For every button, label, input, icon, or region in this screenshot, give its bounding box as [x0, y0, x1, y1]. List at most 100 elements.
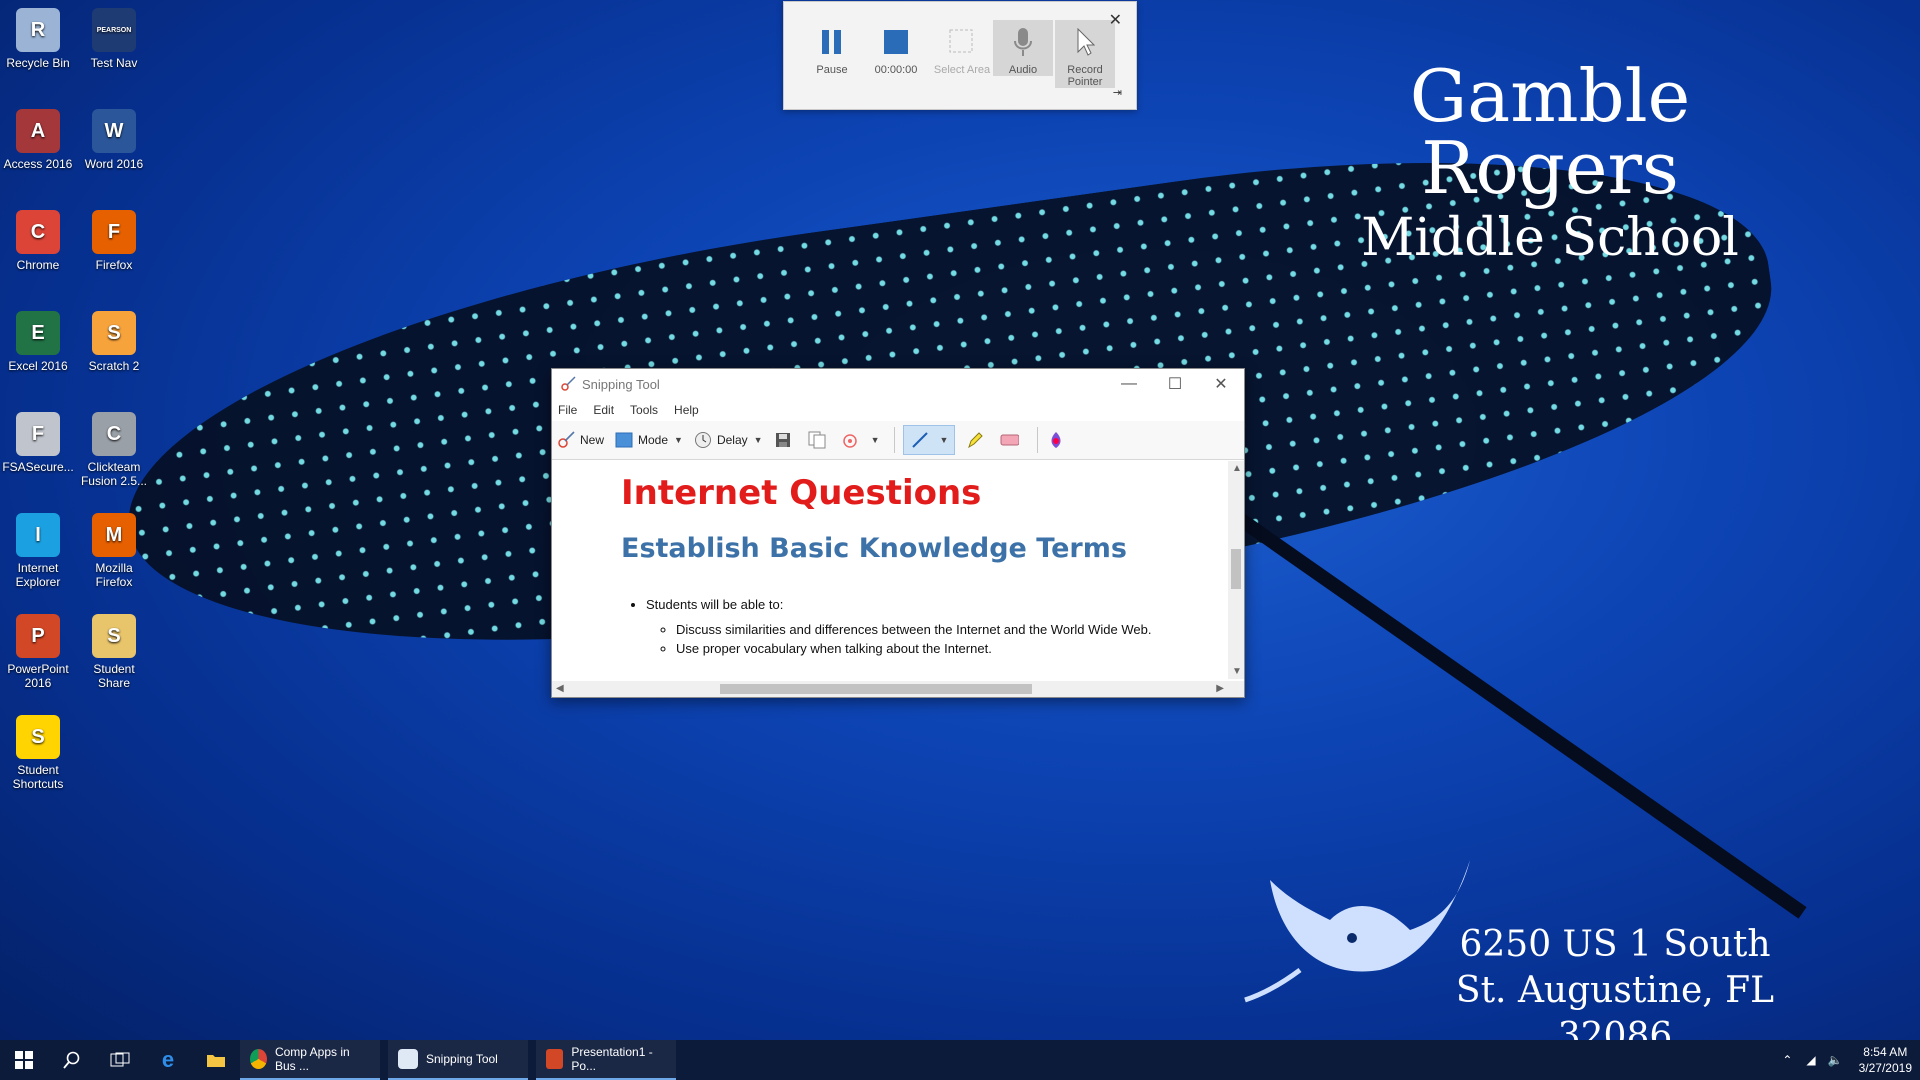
desktop-icon[interactable]: R Recycle Bin: [2, 8, 74, 70]
doc-subheading: Establish Basic Knowledge Terms: [621, 533, 1127, 564]
mode-button[interactable]: Mode ▼: [614, 430, 683, 450]
menu-file[interactable]: File: [558, 403, 577, 417]
wallpaper-shark-tail: [1175, 471, 1807, 919]
select-area-button[interactable]: Select Area: [932, 20, 992, 76]
chevron-down-icon[interactable]: ▼: [674, 435, 683, 445]
scroll-thumb[interactable]: [1231, 549, 1241, 589]
desktop-icon[interactable]: S Student Share: [78, 614, 150, 690]
stop-button[interactable]: 00:00:00: [866, 20, 926, 76]
desktop-icon-label: Excel 2016: [8, 359, 68, 373]
horizontal-scrollbar[interactable]: ◀ ▶: [552, 681, 1244, 697]
taskbar-app-snipping-tool[interactable]: Snipping Tool: [388, 1040, 528, 1080]
scroll-left-icon[interactable]: ◀: [556, 683, 564, 694]
snip-canvas[interactable]: Internet Questions Establish Basic Knowl…: [552, 461, 1228, 679]
chevron-down-icon[interactable]: ▼: [940, 435, 949, 445]
scroll-right-icon[interactable]: ▶: [1216, 683, 1224, 694]
powerpoint-icon: P: [16, 614, 60, 658]
list-item: Discuss similarities and differences bet…: [676, 620, 1151, 639]
start-button[interactable]: [0, 1040, 48, 1080]
toolbar-separator: [1037, 427, 1039, 453]
highlighter-icon: [965, 430, 985, 450]
star-icon: S: [16, 715, 60, 759]
close-window-button[interactable]: ✕: [1198, 369, 1244, 399]
desktop-icon[interactable]: F Firefox: [78, 210, 150, 272]
record-timer: 00:00:00: [874, 64, 918, 76]
desktop-icon-label: PowerPoint 2016: [7, 662, 69, 690]
pen-button[interactable]: ▼: [902, 425, 956, 455]
eraser-icon: [999, 430, 1020, 450]
pin-icon[interactable]: ⇥: [1113, 86, 1122, 99]
delay-button[interactable]: Delay ▼: [693, 430, 763, 450]
scroll-thumb[interactable]: [720, 684, 1032, 694]
send-snip-button[interactable]: ▼: [841, 430, 880, 450]
save-button[interactable]: [773, 430, 797, 450]
list-item: Students will be able to: Discuss simila…: [646, 595, 1151, 658]
copy-button[interactable]: [807, 430, 831, 450]
powerpoint-icon: [546, 1049, 564, 1069]
desktop-icon-label: Clickteam Fusion 2.5...: [80, 460, 148, 488]
recycle-bin-icon: R: [16, 8, 60, 52]
scratch-icon: S: [92, 311, 136, 355]
pause-button[interactable]: Pause: [802, 20, 862, 76]
desktop-icon-label: Student Shortcuts: [12, 763, 64, 791]
taskbar-explorer-button[interactable]: [192, 1040, 240, 1080]
close-icon[interactable]: ✕: [1109, 10, 1122, 30]
desktop-icon[interactable]: W Word 2016: [78, 109, 150, 171]
taskbar-edge-button[interactable]: e: [144, 1040, 192, 1080]
volume-icon[interactable]: 🔈: [1828, 1053, 1843, 1067]
minimize-button[interactable]: —: [1106, 369, 1152, 399]
network-icon[interactable]: ◢: [1806, 1053, 1815, 1067]
desktop-icon-label: Test Nav: [90, 56, 138, 70]
chevron-down-icon[interactable]: ▼: [754, 435, 763, 445]
desktop-icon[interactable]: E Excel 2016: [2, 311, 74, 373]
scroll-up-icon[interactable]: ▲: [1232, 463, 1242, 474]
paint3d-button[interactable]: [1046, 430, 1070, 450]
maximize-button[interactable]: ☐: [1152, 369, 1198, 399]
screen-recorder-toolbar: Pause 00:00:00 Select Area Audio Record …: [783, 1, 1137, 110]
vertical-scrollbar[interactable]: ▲ ▼: [1228, 461, 1244, 679]
desktop-icon[interactable]: S Student Shortcuts: [2, 715, 74, 791]
mode-icon: [614, 430, 634, 450]
student-share-icon: S: [92, 614, 136, 658]
menu-tools[interactable]: Tools: [630, 403, 658, 417]
edge-icon: e: [161, 1047, 175, 1072]
address-line1: 6250 US 1 South: [1459, 924, 1771, 965]
task-view-button[interactable]: [96, 1040, 144, 1080]
menu-help[interactable]: Help: [674, 403, 699, 417]
desktop-icon[interactable]: I Internet Explorer: [2, 513, 74, 589]
menu-edit[interactable]: Edit: [593, 403, 614, 417]
audio-button[interactable]: Audio: [993, 20, 1053, 76]
school-title: Gamble Rogers Middle School: [1290, 60, 1810, 264]
record-pointer-button[interactable]: Record Pointer: [1055, 20, 1115, 88]
desktop-icon-label: Recycle Bin: [6, 56, 70, 70]
send-snip-icon: [841, 430, 861, 450]
scroll-down-icon[interactable]: ▼: [1232, 666, 1242, 677]
doc-bullet-list: Students will be able to: Discuss simila…: [626, 595, 1151, 658]
eraser-button[interactable]: [999, 430, 1023, 450]
clock[interactable]: 8:54 AM 3/27/2019: [1859, 1044, 1912, 1076]
highlighter-button[interactable]: [965, 430, 989, 450]
desktop-icon[interactable]: M Mozilla Firefox: [78, 513, 150, 589]
taskbar-app-chrome[interactable]: Comp Apps in Bus ...: [240, 1040, 380, 1080]
desktop-icon[interactable]: A Access 2016: [2, 109, 74, 171]
desktop-icon[interactable]: PEARSON Test Nav: [78, 8, 150, 70]
desktop-icon-label: Chrome: [16, 258, 60, 272]
search-button[interactable]: [48, 1040, 96, 1080]
desktop-icon[interactable]: C Chrome: [2, 210, 74, 272]
desktop-icon[interactable]: P PowerPoint 2016: [2, 614, 74, 690]
taskbar-app-powerpoint[interactable]: Presentation1 - Po...: [536, 1040, 676, 1080]
new-snip-button[interactable]: New: [556, 430, 604, 450]
select-area-label: Select Area: [933, 64, 991, 76]
taskbar-app-label: Presentation1 - Po...: [571, 1045, 653, 1073]
chrome-icon: C: [16, 210, 60, 254]
copy-icon: [807, 430, 827, 450]
delay-label: Delay: [716, 433, 748, 447]
chevron-down-icon[interactable]: ▼: [871, 435, 880, 445]
desktop-icon[interactable]: F FSASecure...: [2, 412, 74, 474]
pause-icon: [810, 20, 854, 64]
desktop-icon[interactable]: S Scratch 2: [78, 311, 150, 373]
chevron-up-icon[interactable]: ⌃: [1782, 1053, 1792, 1067]
desktop-icon[interactable]: C Clickteam Fusion 2.5...: [78, 412, 150, 488]
word-icon: W: [92, 109, 136, 153]
doc-heading: Internet Questions: [621, 473, 982, 513]
